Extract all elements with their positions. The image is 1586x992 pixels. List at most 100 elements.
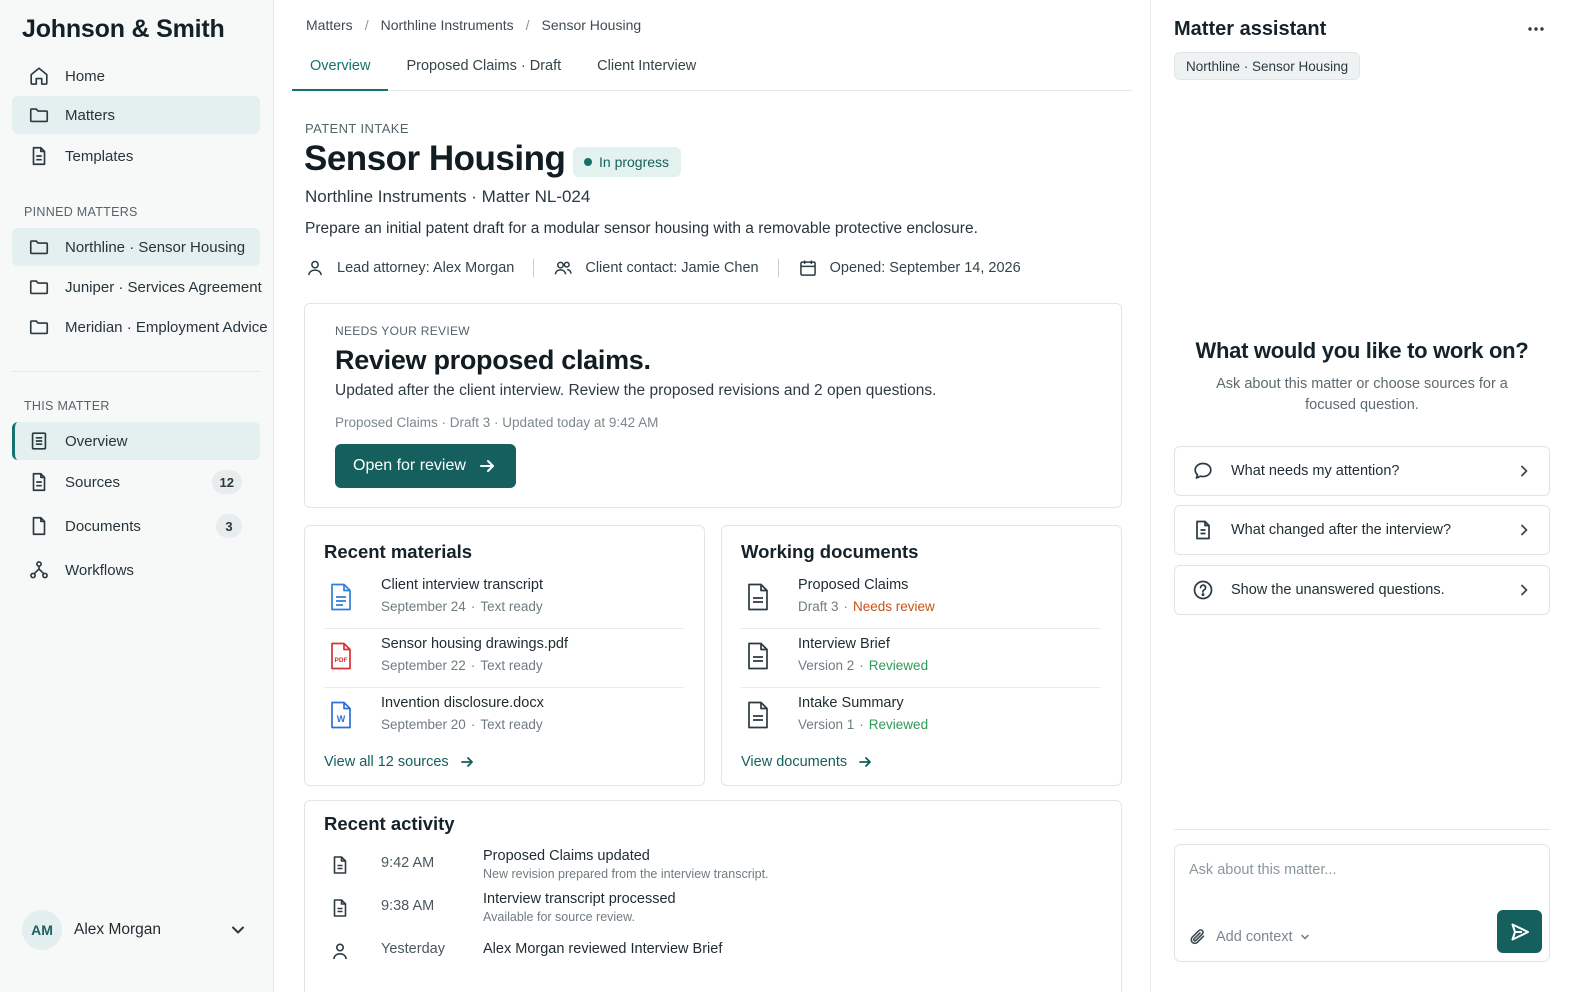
material-status: Text ready xyxy=(480,599,543,614)
material-meta: September 20 · Text ready xyxy=(381,717,543,732)
activity-description: Available for source review. xyxy=(483,910,635,924)
document-version: Version 1 xyxy=(798,717,855,732)
nav-workflows[interactable]: Workflows xyxy=(12,551,260,589)
calendar-icon xyxy=(798,258,830,278)
more-options-icon[interactable] xyxy=(1521,18,1551,40)
breadcrumb-matters[interactable]: Matters xyxy=(306,17,353,33)
document-icon xyxy=(330,855,350,875)
view-all-sources-label: View all 12 sources xyxy=(324,754,449,770)
ask-matter-input[interactable] xyxy=(1189,859,1529,881)
pinned-matters-heading: PINNED MATTERS xyxy=(24,205,138,219)
user-menu[interactable]: AM Alex Morgan xyxy=(22,910,254,950)
document-icon xyxy=(28,471,50,493)
nav-matters[interactable]: Matters xyxy=(12,96,260,134)
send-icon xyxy=(1509,921,1531,943)
view-all-sources-link[interactable]: View all 12 sources xyxy=(324,754,475,770)
document-icon xyxy=(746,583,770,611)
text-file-icon xyxy=(329,583,353,611)
nav-documents[interactable]: Documents 3 xyxy=(12,507,260,545)
list-item[interactable]: Client interview transcript September 24… xyxy=(324,571,684,629)
paperclip-icon xyxy=(1188,927,1208,947)
pdf-file-icon: PDF xyxy=(329,642,353,670)
recent-materials-card: Recent materials Client interview transc… xyxy=(304,525,705,786)
client-contact-text: Client contact: Jamie Chen xyxy=(585,260,759,276)
activity-description: New revision prepared from the interview… xyxy=(483,867,769,881)
nav-sources[interactable]: Sources 12 xyxy=(12,463,260,501)
document-icon xyxy=(746,642,770,670)
person-icon xyxy=(330,941,350,961)
arrow-right-icon xyxy=(449,754,475,770)
recent-activity-card: Recent activity 9:42 AM Proposed Claims … xyxy=(304,800,1122,992)
material-date: September 20 xyxy=(381,717,466,732)
nav-templates[interactable]: Templates xyxy=(12,137,260,175)
pinned-northline-sensor-housing[interactable]: Northline · Sensor Housing xyxy=(12,228,260,266)
overview-icon xyxy=(28,430,50,452)
tab-overview[interactable]: Overview xyxy=(292,50,389,91)
list-item[interactable]: Intake Summary Version 1 · Reviewed xyxy=(741,689,1101,747)
client-contact: Client contact: Jamie Chen xyxy=(553,258,759,278)
chevron-down-icon[interactable] xyxy=(228,920,248,940)
add-context-button[interactable]: Add context xyxy=(1188,927,1311,947)
nav-workflows-label: Workflows xyxy=(65,561,134,579)
status-badge: In progress xyxy=(573,147,682,177)
add-context-label: Add context xyxy=(1216,929,1293,945)
activity-time: 9:42 AM xyxy=(381,855,435,871)
nav-matters-label: Matters xyxy=(65,106,116,124)
tab-proposed-claims-draft[interactable]: Proposed Claims · Draft xyxy=(388,50,579,91)
lead-attorney-text: Lead attorney: Alex Morgan xyxy=(337,260,515,276)
review-description: Updated after the client interview. Revi… xyxy=(335,382,937,399)
matter-subtitle: Northline Instruments · Matter NL-024 xyxy=(305,187,591,206)
folder-icon xyxy=(28,104,50,126)
document-meta: Version 2 · Reviewed xyxy=(798,658,929,673)
svg-text:PDF: PDF xyxy=(335,657,348,664)
suggestion-label: Show the unanswered questions. xyxy=(1231,582,1445,598)
send-button[interactable] xyxy=(1497,910,1542,953)
suggestion-label: What changed after the interview? xyxy=(1231,522,1452,538)
suggestion-unanswered-questions[interactable]: Show the unanswered questions. xyxy=(1174,565,1550,615)
brand-title: Johnson & Smith xyxy=(22,15,225,43)
nav-home[interactable]: Home xyxy=(12,57,260,95)
recent-activity-title: Recent activity xyxy=(324,813,455,834)
matter-context-chip[interactable]: Northline · Sensor Housing xyxy=(1174,52,1361,80)
word-file-icon: W xyxy=(329,701,353,729)
list-item[interactable]: Interview Brief Version 2 · Reviewed xyxy=(741,630,1101,688)
view-documents-label: View documents xyxy=(741,754,848,770)
material-status: Text ready xyxy=(480,717,543,732)
chat-bubble-icon xyxy=(1192,460,1214,482)
workflow-icon xyxy=(28,559,50,581)
tab-client-interview[interactable]: Client Interview xyxy=(579,50,714,91)
pinned-juniper-services-agreement[interactable]: Juniper · Services Agreement xyxy=(12,268,262,306)
person-icon xyxy=(305,258,337,278)
review-eyebrow: NEEDS YOUR REVIEW xyxy=(335,324,470,338)
list-item[interactable]: PDF Sensor housing drawings.pdf Septembe… xyxy=(324,630,684,688)
activity-title: Interview transcript processed xyxy=(483,891,676,907)
suggestion-what-needs-attention[interactable]: What needs my attention? xyxy=(1174,446,1550,496)
review-card: NEEDS YOUR REVIEW Review proposed claims… xyxy=(304,303,1122,508)
document-icon xyxy=(330,898,350,918)
nav-home-label: Home xyxy=(65,67,106,85)
breadcrumb-northline-instruments[interactable]: Northline Instruments xyxy=(381,17,514,33)
breadcrumb-sensor-housing: Sensor Housing xyxy=(541,17,642,33)
material-meta: September 22 · Text ready xyxy=(381,658,543,673)
message-composer: Add context xyxy=(1174,844,1550,962)
document-status: Reviewed xyxy=(868,717,929,732)
material-meta: September 24 · Text ready xyxy=(381,599,543,614)
view-documents-link[interactable]: View documents xyxy=(741,754,873,770)
document-version: Draft 3 xyxy=(798,599,839,614)
list-item[interactable]: Proposed Claims Draft 3 · Needs review xyxy=(741,571,1101,629)
folder-icon xyxy=(28,236,50,258)
breadcrumb-separator: / xyxy=(364,17,369,33)
open-for-review-button[interactable]: Open for review xyxy=(335,444,516,488)
activity-title: Proposed Claims updated xyxy=(483,848,650,864)
pinned-label: Northline · Sensor Housing xyxy=(65,238,246,256)
activity-item: Yesterday Alex Morgan reviewed Interview… xyxy=(324,939,1084,979)
pinned-meridian-employment-advice[interactable]: Meridian · Employment Advice xyxy=(12,308,268,346)
sources-count-badge: 12 xyxy=(211,470,242,494)
nav-overview[interactable]: Overview xyxy=(12,422,260,460)
list-item[interactable]: W Invention disclosure.docx September 20… xyxy=(324,689,684,747)
activity-item: 9:38 AM Interview transcript processed A… xyxy=(324,891,1084,936)
assistant-divider xyxy=(1174,829,1550,830)
people-icon xyxy=(553,258,585,278)
suggestion-what-changed[interactable]: What changed after the interview? xyxy=(1174,505,1550,555)
avatar: AM xyxy=(22,910,62,950)
